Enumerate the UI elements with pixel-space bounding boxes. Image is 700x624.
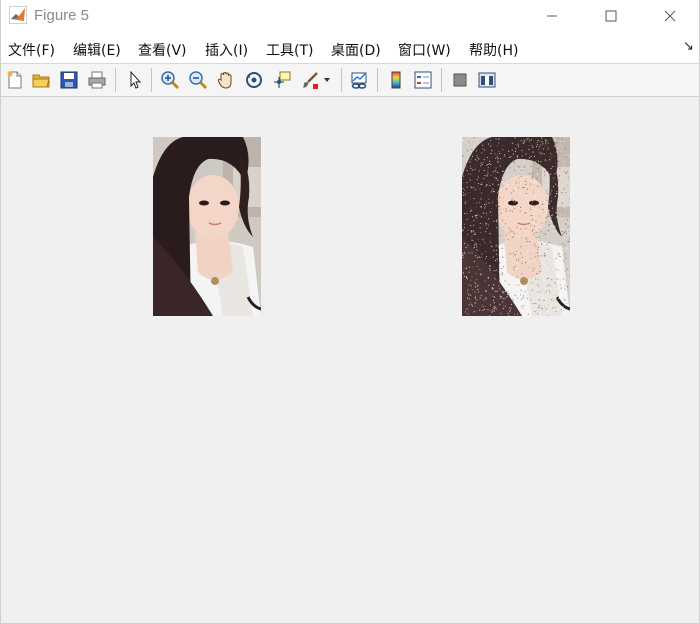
chevron-down-icon [324, 78, 330, 82]
zoom-out-button[interactable] [186, 68, 210, 92]
toolbar-separator [151, 68, 152, 92]
menu-insert[interactable]: 插入(I) [205, 40, 248, 60]
maximize-icon [605, 10, 617, 21]
insert-colorbar-button[interactable] [384, 68, 408, 92]
menu-file[interactable]: 文件(F) [8, 40, 55, 60]
menu-window[interactable]: 窗口(W) [398, 40, 451, 60]
brush-button[interactable] [298, 68, 322, 92]
window-title: Figure 5 [34, 7, 90, 24]
original-photo[interactable] [153, 137, 261, 316]
figure-window: Figure 5 文件(F) 编辑(E) 查看(V) 插入(I) 工具(T) 桌… [0, 0, 700, 624]
matlab-logo-icon [9, 6, 27, 24]
title-bar[interactable]: Figure 5 [1, 0, 699, 33]
portrait-image [153, 137, 261, 316]
insert-legend-button[interactable] [411, 68, 435, 92]
toolbar-separator [441, 68, 442, 92]
edit-plot-button[interactable] [123, 68, 147, 92]
toolbar-separator [115, 68, 116, 92]
maximize-button[interactable] [588, 0, 634, 31]
legend-icon [414, 71, 432, 89]
close-button[interactable] [647, 0, 693, 31]
menu-help[interactable]: 帮助(H) [469, 40, 518, 60]
open-file-button[interactable] [29, 68, 53, 92]
brush-dropdown-button[interactable] [321, 68, 333, 92]
show-plot-tools-button[interactable] [475, 68, 499, 92]
open-file-icon [32, 74, 50, 88]
figure-toolbar [1, 64, 699, 97]
zoom-out-icon [189, 71, 208, 90]
new-figure-icon [7, 71, 22, 89]
print-icon [88, 71, 106, 89]
colorbar-icon [391, 71, 401, 89]
toolbar-separator [341, 68, 342, 92]
new-figure-button[interactable] [3, 68, 27, 92]
data-cursor-icon [274, 71, 291, 88]
menu-edit[interactable]: 编辑(E) [73, 40, 121, 60]
pan-button[interactable] [214, 68, 238, 92]
noisy-portrait-image [462, 137, 570, 316]
hide-plot-tools-button[interactable] [448, 68, 472, 92]
menu-tools[interactable]: 工具(T) [266, 40, 313, 60]
figure-canvas[interactable] [1, 97, 699, 623]
pointer-icon [130, 70, 142, 89]
show-plot-tools-icon [478, 72, 496, 88]
rotate-3d-icon [246, 72, 262, 88]
minimize-button[interactable] [529, 0, 575, 31]
save-button[interactable] [57, 68, 81, 92]
noisy-photo[interactable] [462, 137, 570, 316]
link-plot-icon [351, 72, 367, 89]
dock-figure-icon[interactable]: ↘ [683, 39, 694, 54]
zoom-in-icon [161, 71, 180, 90]
save-icon [60, 71, 78, 89]
link-plot-button[interactable] [347, 68, 371, 92]
toolbar-separator [377, 68, 378, 92]
menu-view[interactable]: 查看(V) [138, 40, 187, 60]
rotate-3d-button[interactable] [242, 68, 266, 92]
close-icon [664, 10, 676, 21]
hide-plot-tools-icon [453, 73, 467, 87]
menu-bar: 文件(F) 编辑(E) 查看(V) 插入(I) 工具(T) 桌面(D) 窗口(W… [1, 33, 699, 64]
zoom-in-button[interactable] [158, 68, 182, 92]
menu-desktop[interactable]: 桌面(D) [331, 40, 381, 60]
brush-icon [303, 72, 318, 89]
pan-icon [217, 71, 232, 89]
print-button[interactable] [85, 68, 109, 92]
minimize-icon [547, 15, 557, 16]
data-cursor-button[interactable] [270, 68, 294, 92]
